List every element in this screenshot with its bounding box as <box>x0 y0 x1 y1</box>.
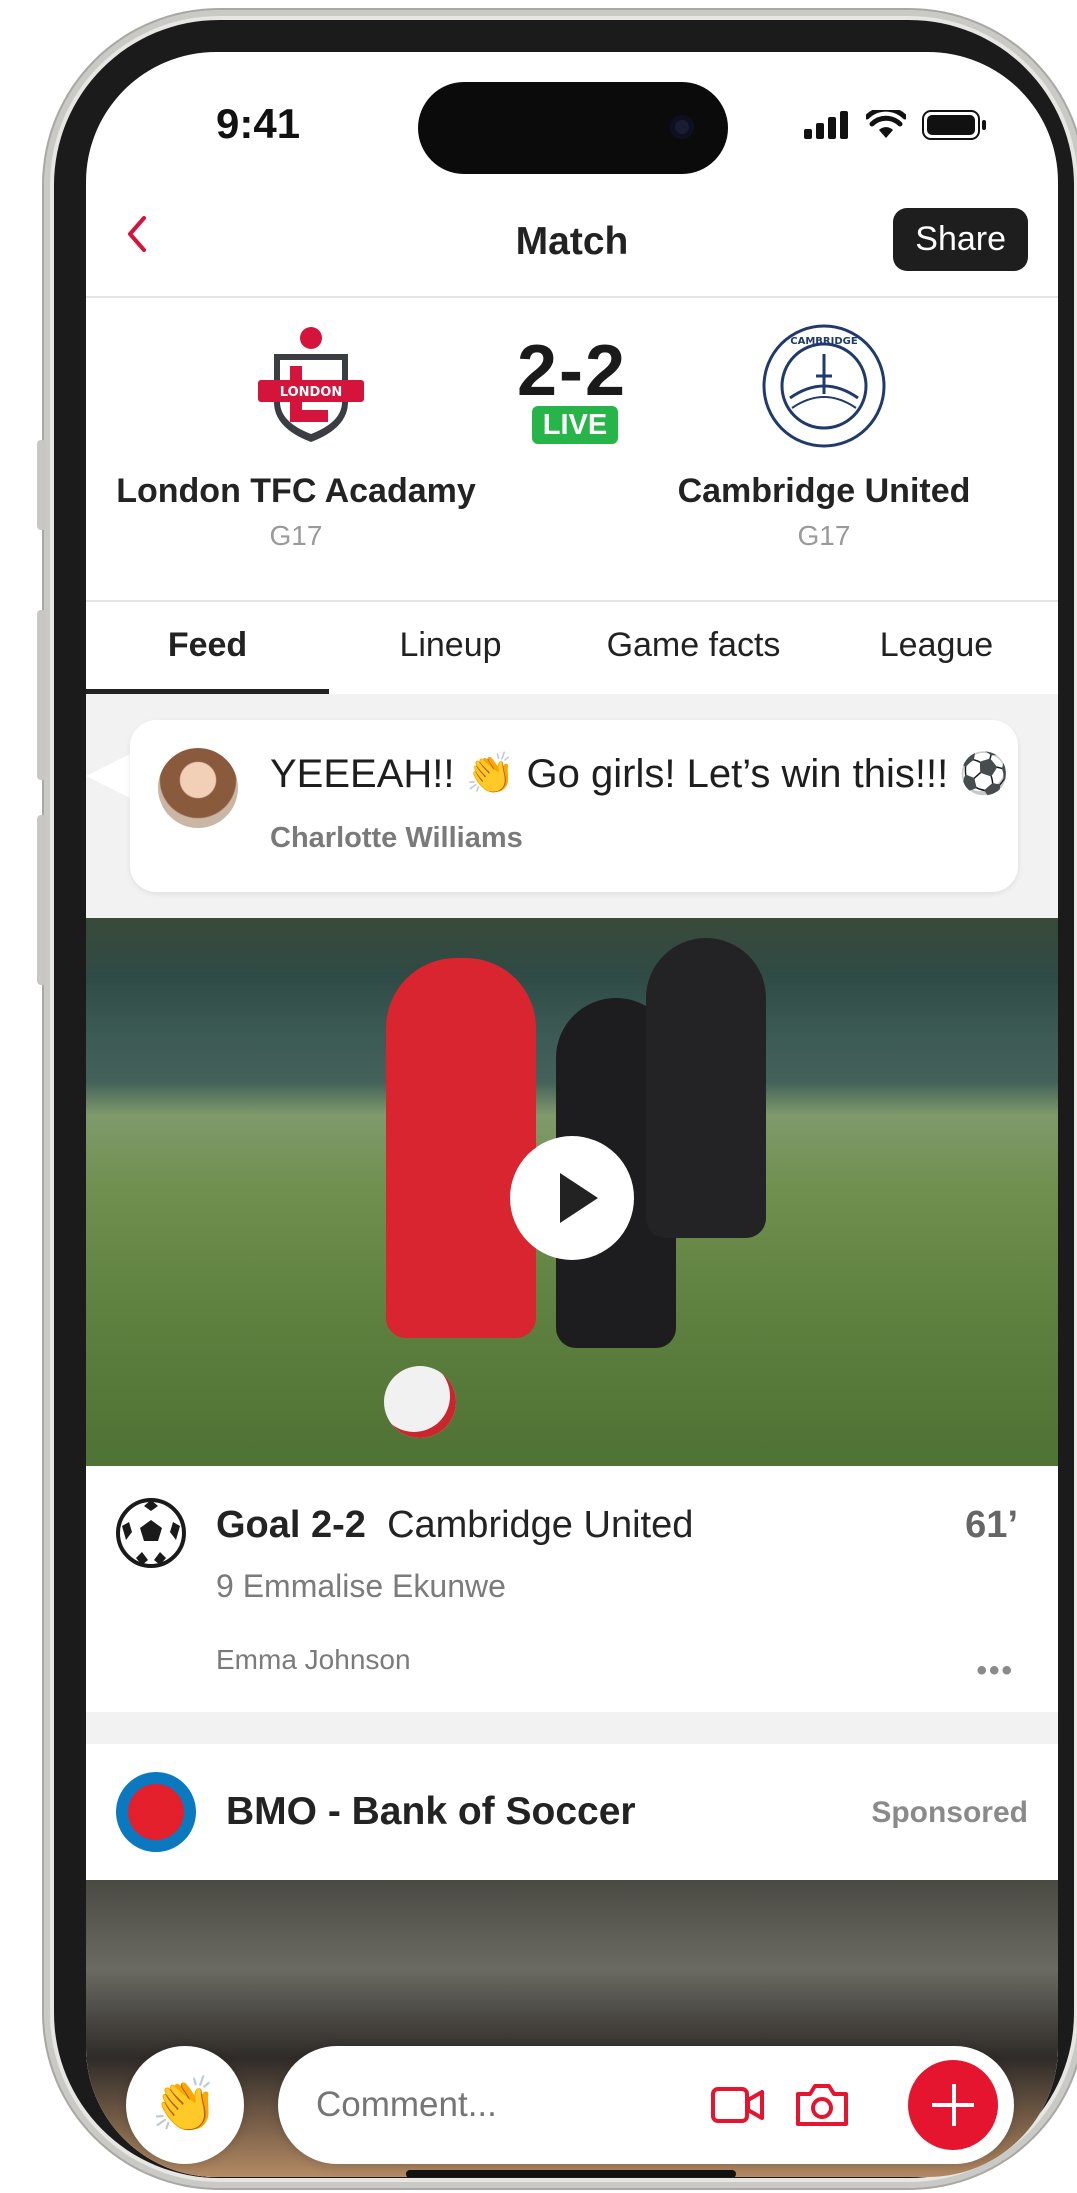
video-icon[interactable] <box>710 2084 766 2126</box>
status-time: 9:41 <box>216 100 301 147</box>
wifi-icon <box>866 110 906 138</box>
camera-icon[interactable] <box>794 2080 850 2128</box>
share-button[interactable]: Share <box>893 208 1028 271</box>
sponsored-post[interactable]: BMO - Bank of Soccer Sponsored <box>86 1744 1058 1880</box>
comment-author[interactable]: Charlotte Williams <box>270 822 523 855</box>
live-badge: LIVE <box>532 406 618 444</box>
divider <box>86 296 1058 298</box>
comment-text: YEEEAH!! 👏 Go girls! Let’s win this!!! ⚽ <box>270 752 1010 796</box>
away-team-group: G17 <box>797 520 851 551</box>
feed: YEEEAH!! 👏 Go girls! Let’s win this!!! ⚽… <box>86 694 1058 2177</box>
home-indicator[interactable] <box>406 2170 736 2177</box>
player-figure <box>386 958 536 1338</box>
goal-minute: 61’ <box>965 1504 1018 1546</box>
goal-label: Goal 2-2 <box>216 1504 366 1546</box>
soccer-ball-icon <box>116 1498 186 1568</box>
side-button-mute <box>37 440 46 530</box>
more-icon[interactable]: ••• <box>976 1654 1014 1688</box>
match-score: 2-2 <box>516 331 628 411</box>
battery-icon <box>922 110 986 140</box>
signal-icon <box>804 111 848 139</box>
tab-league[interactable]: League <box>815 602 1058 694</box>
sponsored-tag: Sponsored <box>871 1796 1028 1829</box>
away-crest[interactable]: CAMBRIDGE <box>762 324 886 448</box>
bubble-tail <box>86 754 130 798</box>
home-team-name[interactable]: London TFC Acadamy <box>86 472 506 511</box>
comment-bubble[interactable]: YEEEAH!! 👏 Go girls! Let’s win this!!! ⚽… <box>130 720 1018 892</box>
goal-posted-by[interactable]: Emma Johnson <box>216 1644 411 1676</box>
goal-team: Cambridge United <box>387 1504 694 1546</box>
status-icons <box>804 110 988 140</box>
tab-feed[interactable]: Feed <box>86 602 329 694</box>
side-button-volume-down <box>37 815 46 985</box>
away-crest-text: CAMBRIDGE <box>790 336 858 347</box>
comment-input[interactable] <box>316 2046 696 2164</box>
clap-reaction-button[interactable]: 👏 <box>126 2046 244 2164</box>
avatar[interactable] <box>158 748 238 828</box>
sponsor-name[interactable]: BMO - Bank of Soccer <box>226 1790 636 1834</box>
comment-bar <box>278 2046 1014 2164</box>
goal-video-thumbnail[interactable] <box>86 918 1058 1466</box>
match-header: Match Share <box>86 192 1058 292</box>
home-team-group: G17 <box>269 520 323 551</box>
tab-bar: Feed Lineup Game facts League <box>86 602 1058 694</box>
tab-lineup[interactable]: Lineup <box>329 602 572 694</box>
front-camera <box>670 115 694 139</box>
soccer-ball <box>384 1366 456 1438</box>
play-button[interactable] <box>510 1136 634 1260</box>
app-screen: 9:41 Match Share LONDON London TFC Acada… <box>86 52 1058 2177</box>
add-button[interactable] <box>908 2060 998 2150</box>
dynamic-island <box>418 82 728 174</box>
goal-title: Goal 2-2 Cambridge United <box>216 1504 693 1547</box>
goal-player[interactable]: 9 Emmalise Ekunwe <box>216 1568 506 1605</box>
tab-game-facts[interactable]: Game facts <box>572 602 815 694</box>
side-button-volume-up <box>37 610 46 780</box>
goal-event-card[interactable]: Goal 2-2 Cambridge United 61’ 9 Emmalise… <box>86 1466 1058 1712</box>
away-team-name[interactable]: Cambridge United <box>614 472 1034 511</box>
sponsor-logo[interactable] <box>116 1772 196 1852</box>
player-figure <box>646 938 766 1238</box>
